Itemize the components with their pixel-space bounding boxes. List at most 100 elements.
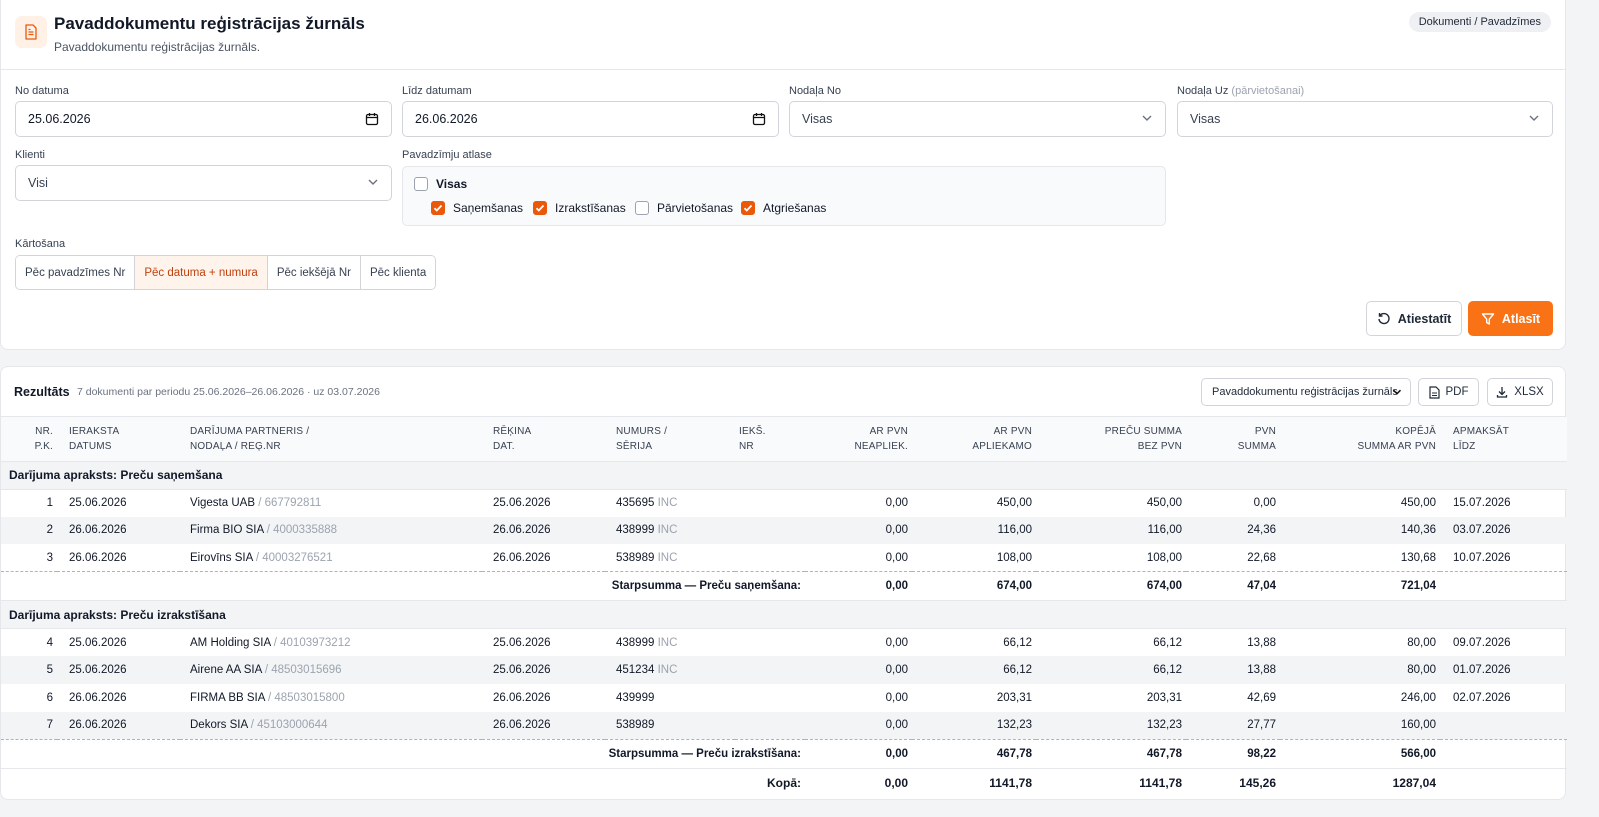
col-partner[interactable]: Darījuma partneris / Nodaļa / Reģ.Nr [180, 417, 482, 462]
row-vat-taxable: 116,00 [912, 516, 1036, 545]
row-total: 140,36 [1280, 516, 1440, 545]
results-table: Nr. P.K. Ieraksta datums Darījuma partneri… [1, 417, 1567, 798]
row-vat-amount: 27,77 [1186, 711, 1280, 740]
checkbox-issuing[interactable]: Izrakstīšanas [533, 201, 626, 215]
sort-by-invoice-nr[interactable]: Pēc pavadzīmes Nr [16, 256, 136, 289]
doc-series: INC [657, 497, 678, 510]
subtotal-row: Starpsumma — Preču izrakstīšana: 0,00 467,… [1, 738, 1567, 769]
table-row[interactable]: 3 26.06.2026 Eirovīns SIA / 40003276521 26.… [1, 544, 1567, 572]
row-vat-taxable: 132,23 [912, 711, 1036, 740]
table-row[interactable]: 5 25.06.2026 Airene AA SIA / 48503015696 25… [1, 656, 1567, 684]
table-row[interactable]: 4 25.06.2026 AM Holding SIA / 40103973212 2… [1, 629, 1567, 657]
pdf-button[interactable]: PDF [1418, 378, 1479, 406]
subtotal-total: 721,04 [1280, 571, 1440, 602]
subtotal-vat: 98,22 [1186, 738, 1280, 769]
row-due-date: 09.07.2026 [1453, 636, 1511, 649]
grand-total-total: 1287,04 [1280, 767, 1440, 798]
checkbox-all[interactable]: Visas [414, 177, 467, 191]
row-number: 538989 INC [605, 544, 735, 572]
doc-series: INC [657, 551, 678, 564]
row-total: 130,68 [1400, 551, 1436, 564]
from-date-input[interactable]: 25.06.2026 [15, 101, 392, 137]
col-date[interactable]: Ieraksta datums [57, 417, 180, 462]
row-vat-amount: 42,69 [1247, 691, 1276, 704]
row-net-amount: 66,12 [1036, 656, 1186, 684]
row-non-vat: 0,00 [805, 656, 912, 684]
calendar-icon[interactable] [365, 112, 379, 129]
row-invoice-date: 25.06.2026 [493, 636, 551, 649]
check-icon[interactable] [533, 201, 547, 215]
row-vat-amount: 0,00 [1253, 497, 1276, 510]
client-value: Visi [28, 176, 48, 190]
reset-button[interactable]: Atiestatīt [1366, 301, 1462, 336]
partner-name: FIRMA BB SIA [190, 691, 265, 704]
col-vat-amount[interactable]: PVN summa [1186, 417, 1280, 462]
chevron-down-icon [1141, 112, 1153, 127]
checkbox-all-box[interactable] [414, 177, 428, 191]
col-vat-taxable[interactable]: Ar PVN apliekamo [912, 417, 1036, 462]
client-select[interactable]: Visi [15, 165, 392, 201]
row-date: 26.06.2026 [57, 711, 180, 740]
row-nr: 5 [1, 656, 57, 684]
table-row[interactable]: 2 26.06.2026 Firma BIO SIA / 4000335888 26.… [1, 516, 1567, 545]
dept-from-value: Visas [802, 112, 833, 126]
row-non-vat: 0,00 [885, 691, 908, 704]
table-row[interactable]: 6 26.06.2026 FIRMA BB SIA / 48503015800 26.… [1, 684, 1567, 712]
reset-icon [1378, 312, 1390, 324]
col-due-date[interactable]: Apmaksāt līdz [1440, 417, 1567, 462]
doc-series: INC [657, 636, 678, 649]
dept-from-select[interactable]: Visas [789, 101, 1166, 137]
dept-to-hint: (pārvietošanai) [1231, 85, 1305, 97]
grand-total-empty [1440, 767, 1567, 798]
check-icon[interactable] [431, 201, 445, 215]
partner-name: Airene AA SIA [190, 664, 262, 677]
row-due-date: 02.07.2026 [1453, 691, 1511, 704]
row-vat-amount: 13,88 [1247, 636, 1276, 649]
sort-by-internal-nr[interactable]: Pēc iekšējā Nr [267, 256, 361, 289]
col-total[interactable]: Kopējā summa ar PVN [1280, 417, 1440, 462]
row-net-amount: 116,00 [1036, 516, 1186, 545]
row-total: 450,00 [1400, 497, 1436, 510]
invoice-type-selection: Visas Saņemšanas Izrakstīšanas Pārvietoš… [402, 166, 1166, 226]
to-date-input[interactable]: 26.06.2026 [402, 101, 779, 137]
table-row[interactable]: 1 25.06.2026 Vigesta UAB / 667792811 25.06.… [1, 489, 1567, 517]
partner-name: AM Holding SIA [190, 636, 271, 649]
row-partner: AM Holding SIA / 40103973212 [180, 629, 482, 657]
dept-to-select[interactable]: Visas [1177, 101, 1553, 137]
check-icon[interactable] [741, 201, 755, 215]
row-nr: 3 [46, 551, 53, 564]
selection-label: Pavadzīmju atlase [402, 149, 492, 161]
breadcrumb[interactable]: Dokumenti / Pavadzīmes [1408, 12, 1551, 32]
col-nr[interactable]: Nr. P.K. [1, 417, 57, 462]
partner-name: Vigesta UAB [190, 497, 255, 510]
partner-reg-nr: / 4000335888 [266, 524, 338, 537]
report-type-select[interactable]: Pavaddokumentu reģistrācijas žurnāls [1201, 378, 1411, 406]
checkbox-moving[interactable]: Pārvietošanas [635, 201, 733, 215]
from-date-label: No datuma [15, 85, 69, 97]
col-net-amount[interactable]: Preču summa bez PVN [1036, 417, 1186, 462]
table-header-row: Nr. P.K. Ieraksta datums Darījuma partneri… [1, 417, 1567, 462]
checkbox-moving-box[interactable] [635, 201, 649, 215]
doc-number: 438999 [616, 636, 655, 649]
checkbox-receiving[interactable]: Saņemšanas [431, 201, 523, 215]
col-number-series[interactable]: Numurs / Sērija [605, 417, 735, 462]
subtotal-vat: 47,04 [1186, 571, 1280, 602]
col-internal-nr[interactable]: Iekš. Nr [735, 417, 805, 462]
row-invoice-date: 26.06.2026 [493, 551, 551, 564]
row-nr: 6 [46, 691, 53, 704]
report-type-value: Pavaddokumentu reģistrācijas žurnāls [1212, 386, 1398, 398]
checkbox-returns[interactable]: Atgriešanas [741, 201, 826, 215]
apply-filter-button[interactable]: Atlasīt [1468, 301, 1553, 336]
sort-by-client[interactable]: Pēc klienta [360, 256, 436, 289]
col-invoice-date[interactable]: Rēķina dat. [482, 417, 605, 462]
table-row[interactable]: 7 26.06.2026 Dekors SIA / 45103000644 26.06… [1, 711, 1567, 740]
row-nr: 4 [46, 636, 53, 649]
partner-name: Dekors SIA [190, 719, 248, 732]
xlsx-button[interactable]: XLSX [1487, 378, 1553, 406]
calendar-icon[interactable] [752, 112, 766, 129]
sort-by-date-number[interactable]: Pēc datuma + numura [135, 256, 268, 289]
col-non-vat[interactable]: Ar PVN neapliek. [805, 417, 912, 462]
grand-total-vat-taxable: 1141,78 [912, 767, 1036, 798]
doc-number: 538989 [616, 719, 655, 732]
pdf-label: PDF [1445, 386, 1469, 398]
